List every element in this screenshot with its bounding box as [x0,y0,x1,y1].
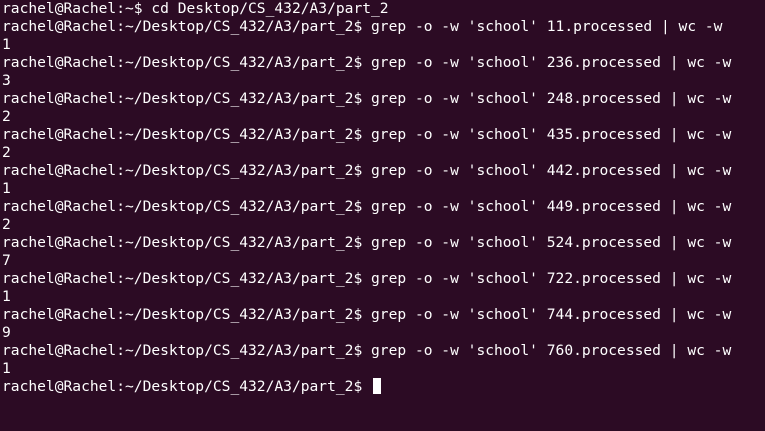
terminal-prompt: rachel@Rachel:~/Desktop/CS_432/A3/part_2… [2,378,372,395]
terminal-line: rachel@Rachel:~/Desktop/CS_432/A3/part_2… [2,54,732,71]
terminal-output: 2 [2,216,11,233]
terminal-output: 1 [2,36,11,53]
terminal-line: rachel@Rachel:~/Desktop/CS_432/A3/part_2… [2,198,732,215]
terminal-prompt-line[interactable]: rachel@Rachel:~/Desktop/CS_432/A3/part_2… [2,378,763,396]
terminal-line: rachel@Rachel:~/Desktop/CS_432/A3/part_2… [2,306,732,323]
terminal-window[interactable]: rachel@Rachel:~$ cd Desktop/CS_432/A3/pa… [2,0,763,431]
terminal-line: rachel@Rachel:~/Desktop/CS_432/A3/part_2… [2,126,732,143]
terminal-output: 2 [2,108,11,125]
terminal-output: 7 [2,252,11,269]
terminal-output: 1 [2,360,11,377]
terminal-output: 3 [2,72,11,89]
terminal-output: 1 [2,180,11,197]
terminal-line: rachel@Rachel:~/Desktop/CS_432/A3/part_2… [2,18,723,35]
terminal-output: 9 [2,324,11,341]
terminal-line: rachel@Rachel:~$ cd Desktop/CS_432/A3/pa… [2,0,389,17]
terminal-line: rachel@Rachel:~/Desktop/CS_432/A3/part_2… [2,90,732,107]
terminal-output: 1 [2,288,11,305]
terminal-line: rachel@Rachel:~/Desktop/CS_432/A3/part_2… [2,234,732,251]
terminal-cursor [373,378,382,394]
terminal-line: rachel@Rachel:~/Desktop/CS_432/A3/part_2… [2,162,732,179]
terminal-line: rachel@Rachel:~/Desktop/CS_432/A3/part_2… [2,342,732,359]
terminal-output: 2 [2,144,11,161]
terminal-line: rachel@Rachel:~/Desktop/CS_432/A3/part_2… [2,270,732,287]
